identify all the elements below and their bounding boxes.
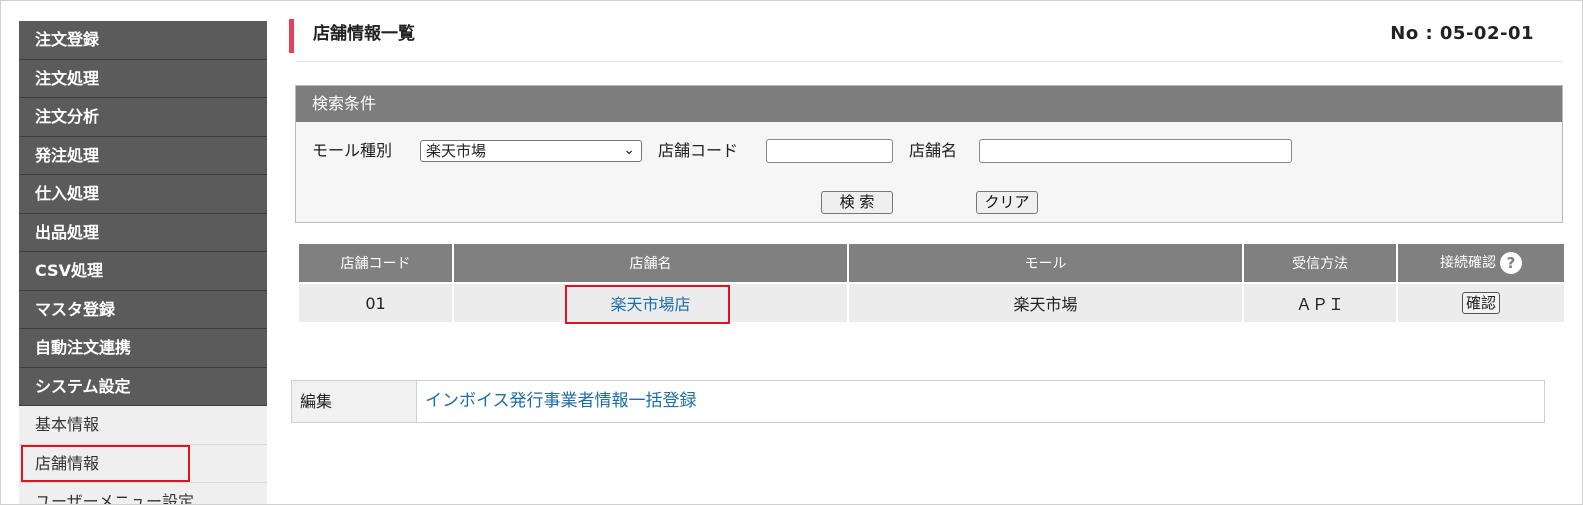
cell-mall: 楽天市場	[849, 284, 1242, 322]
sidebar-item-order-processing[interactable]: 注文処理	[19, 59, 267, 98]
clear-button[interactable]: クリア	[976, 191, 1038, 214]
column-header-mall: モール	[849, 244, 1242, 282]
table-header-row: 店舗コード 店舗名 モール 受信方法 接続確認?	[299, 244, 1564, 282]
search-panel-heading: 検索条件	[296, 86, 1562, 122]
cell-shop-code: 01	[299, 284, 452, 322]
column-header-receive-method: 受信方法	[1244, 244, 1396, 282]
column-header-shop-name: 店舗名	[454, 244, 847, 282]
mall-type-selected-value: 楽天市場	[426, 142, 487, 160]
sidebar-item-purchase-order[interactable]: 発注処理	[19, 136, 267, 175]
search-panel: 検索条件 モール種別 楽天市場 ⌄ 店舗コード 店舗名 検 索 クリア	[295, 85, 1563, 223]
mall-type-label: モール種別	[312, 141, 393, 160]
sidebar-subitem-user-menu-settings[interactable]: ユーザーメニュー設定	[19, 483, 267, 504]
sidebar-item-master-registration[interactable]: マスタ登録	[19, 290, 267, 329]
highlight-box-shop-name	[565, 285, 730, 324]
cell-receive-method: ＡＰＩ	[1244, 284, 1396, 322]
sidebar-item-csv[interactable]: CSV処理	[19, 252, 267, 291]
shop-name-input[interactable]	[979, 139, 1292, 163]
sidebar-item-system-settings[interactable]: システム設定	[19, 367, 267, 406]
search-button[interactable]: 検 索	[821, 191, 893, 214]
mall-type-select[interactable]: 楽天市場 ⌄	[420, 140, 642, 162]
sidebar-item-order-analysis[interactable]: 注文分析	[19, 98, 267, 137]
sidebar-item-auto-order-link[interactable]: 自動注文連携	[19, 329, 267, 368]
shop-code-label: 店舗コード	[658, 141, 739, 160]
invoice-bulk-register-link[interactable]: インボイス発行事業者情報一括登録	[417, 381, 697, 422]
title-divider	[295, 61, 1563, 62]
app-frame: 注文登録 注文処理 注文分析 発注処理 仕入処理 出品処理 CSV処理 マスタ登…	[0, 0, 1583, 505]
help-icon[interactable]: ?	[1500, 252, 1522, 274]
sidebar-item-stocking[interactable]: 仕入処理	[19, 175, 267, 214]
table-row: 01 楽天市場店 楽天市場 ＡＰＩ 確認	[299, 284, 1564, 322]
sidebar-subitem-basic-info[interactable]: 基本情報	[19, 406, 267, 445]
sidebar-nav: 注文登録 注文処理 注文分析 発注処理 仕入処理 出品処理 CSV処理 マスタ登…	[19, 21, 267, 504]
edit-label: 編集	[292, 381, 417, 422]
chevron-down-icon: ⌄	[623, 142, 635, 158]
sidebar-item-order-entry[interactable]: 注文登録	[19, 21, 267, 60]
shop-name-label: 店舗名	[909, 141, 958, 160]
highlight-box-sidebar	[21, 445, 190, 482]
shop-code-input[interactable]	[766, 139, 893, 163]
page-number: No : 05-02-01	[1390, 23, 1534, 44]
sidebar-item-listing[interactable]: 出品処理	[19, 213, 267, 252]
column-header-shop-code: 店舗コード	[299, 244, 452, 282]
connection-check-label: 接続確認	[1440, 255, 1496, 271]
shop-list-table: 店舗コード 店舗名 モール 受信方法 接続確認? 01 楽天市場店 楽天市場 Ａ…	[297, 242, 1566, 324]
edit-panel: 編集 インボイス発行事業者情報一括登録	[291, 380, 1545, 423]
confirm-button[interactable]: 確認	[1461, 292, 1500, 314]
page-title: 店舗情報一覧	[313, 24, 415, 44]
title-accent-bar	[289, 19, 294, 53]
column-header-connection-check: 接続確認?	[1398, 244, 1564, 282]
cell-connection-check: 確認	[1398, 284, 1564, 322]
